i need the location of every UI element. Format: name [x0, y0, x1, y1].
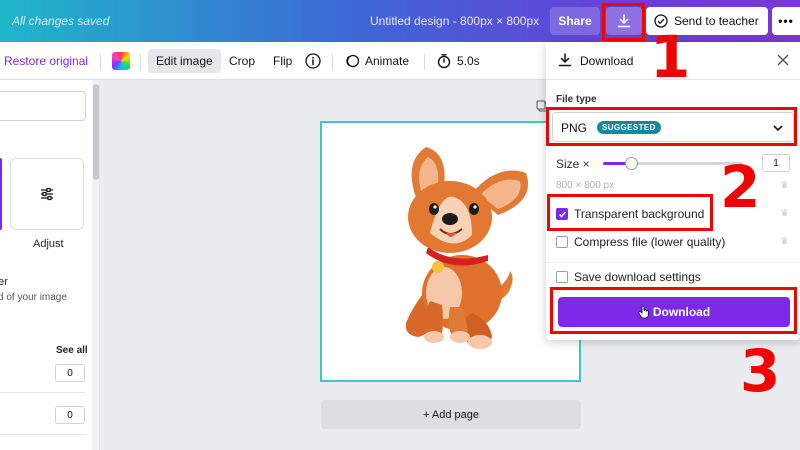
animate-label: Animate [365, 54, 410, 68]
flip-button[interactable]: Flip [273, 49, 292, 73]
duration-button[interactable]: 5.0s [436, 49, 480, 73]
annotation-number-3: 3 [740, 337, 781, 405]
add-page-button[interactable]: + Add page [321, 400, 581, 429]
adjust-card[interactable] [10, 158, 84, 230]
edit-image-button[interactable]: Edit image [148, 49, 221, 73]
annotation-box-1 [602, 3, 645, 41]
size-label: Size × [556, 157, 590, 171]
download-panel-title: Download [580, 54, 634, 68]
annotation-box-2 [547, 194, 713, 231]
timer-icon [437, 54, 451, 69]
color-picker-button[interactable] [112, 49, 130, 73]
dog-illustration[interactable] [322, 123, 579, 380]
save-settings-label: Save download settings [574, 270, 701, 284]
annotation-number-1: 1 [650, 23, 691, 91]
save-status: All changes saved [12, 14, 110, 28]
dimensions-text: 800 × 800 px [556, 180, 615, 191]
size-input[interactable]: 1 [762, 154, 790, 172]
panel-scrollbar-thumb[interactable] [93, 84, 99, 180]
section-description-partial: d of your image [0, 292, 67, 303]
design-page[interactable] [320, 121, 581, 382]
animate-icon [346, 54, 360, 68]
design-title[interactable]: Untitled design - 800px × 800px [370, 14, 539, 28]
toolbar-divider [100, 54, 101, 70]
slider-track-partial[interactable] [0, 392, 86, 393]
adjust-value-input[interactable]: 0 [55, 364, 85, 382]
info-icon [305, 53, 321, 69]
divider [546, 262, 800, 263]
more-button[interactable]: ••• [772, 7, 800, 35]
sliders-icon [41, 187, 53, 201]
info-button[interactable] [305, 49, 321, 73]
save-settings-option[interactable]: Save download settings [556, 270, 701, 284]
animate-button[interactable]: Animate [344, 49, 409, 73]
file-type-label: File type [556, 94, 597, 105]
adjust-value-input[interactable]: 0 [55, 406, 85, 424]
compress-file-option[interactable]: Compress file (lower quality) [556, 235, 725, 249]
edit-image-panel: Adjust er d of your image See all 0 0 [0, 80, 100, 450]
toolbar-divider [332, 54, 333, 70]
download-icon [558, 53, 572, 67]
save-settings-checkbox[interactable] [556, 271, 568, 283]
toolbar-divider [424, 54, 425, 70]
crown-icon: ♛ [780, 236, 789, 247]
crop-button[interactable]: Crop [229, 49, 255, 73]
section-heading-partial: er [0, 276, 8, 288]
compress-file-label: Compress file (lower quality) [574, 235, 726, 249]
close-icon[interactable] [776, 53, 790, 67]
compress-file-checkbox[interactable] [556, 236, 568, 248]
color-swatch-icon [112, 52, 130, 70]
crown-icon: ♛ [780, 180, 789, 191]
effects-search-input[interactable] [0, 91, 86, 121]
toolbar-divider [140, 54, 141, 70]
annotation-box-3 [550, 287, 797, 334]
annotation-box-file-type [546, 107, 797, 146]
crown-icon: ♛ [780, 208, 789, 219]
size-slider-thumb[interactable] [625, 157, 638, 170]
annotation-number-2: 2 [720, 153, 761, 221]
effect-card-partial[interactable] [0, 158, 2, 230]
adjust-label: Adjust [33, 238, 64, 250]
slider-track-partial[interactable] [0, 434, 86, 435]
restore-original-link[interactable]: Restore original [4, 54, 88, 68]
share-button[interactable]: Share [550, 7, 600, 35]
see-all-link[interactable]: See all [56, 345, 88, 356]
duration-label: 5.0s [457, 54, 480, 68]
